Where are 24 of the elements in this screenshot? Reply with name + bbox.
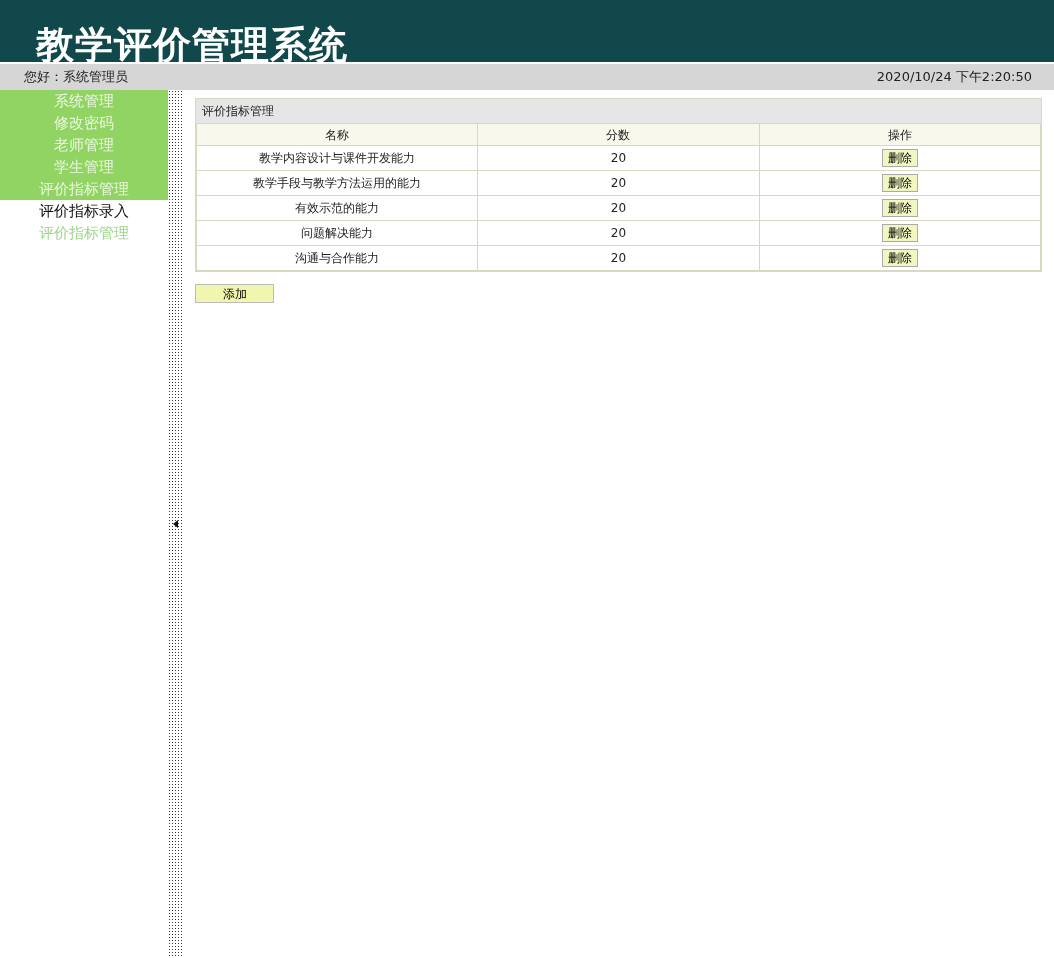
greeting-text: 您好：系统管理员: [24, 68, 128, 87]
column-header: 名称: [196, 123, 478, 146]
table-cell: 20: [477, 145, 760, 171]
delete-button[interactable]: 删除: [881, 174, 918, 192]
datetime-text: 2020/10/24 下午2:20:50: [876, 68, 1032, 87]
table-cell: 20: [477, 220, 760, 246]
table-cell: 20: [477, 245, 760, 271]
delete-button[interactable]: 删除: [881, 199, 918, 217]
delete-button[interactable]: 删除: [881, 149, 918, 167]
column-header: 分数: [477, 123, 760, 146]
collapse-arrow-icon[interactable]: [172, 520, 178, 528]
table-cell: 有效示范的能力: [196, 195, 478, 221]
table-cell: 教学内容设计与课件开发能力: [196, 145, 478, 171]
table-cell: 问题解决能力: [196, 220, 478, 246]
panel-title: 评价指标管理: [196, 99, 1041, 123]
delete-button[interactable]: 删除: [881, 224, 918, 242]
app-title: 教学评价管理系统: [36, 26, 348, 64]
table-cell: 教学手段与教学方法运用的能力: [196, 170, 478, 196]
table-cell: 20: [477, 195, 760, 221]
table-cell: 沟通与合作能力: [196, 245, 478, 271]
delete-button[interactable]: 删除: [881, 249, 918, 267]
column-header: 操作: [759, 123, 1041, 146]
add-button[interactable]: 添加: [195, 284, 274, 303]
table-cell: 20: [477, 170, 760, 196]
